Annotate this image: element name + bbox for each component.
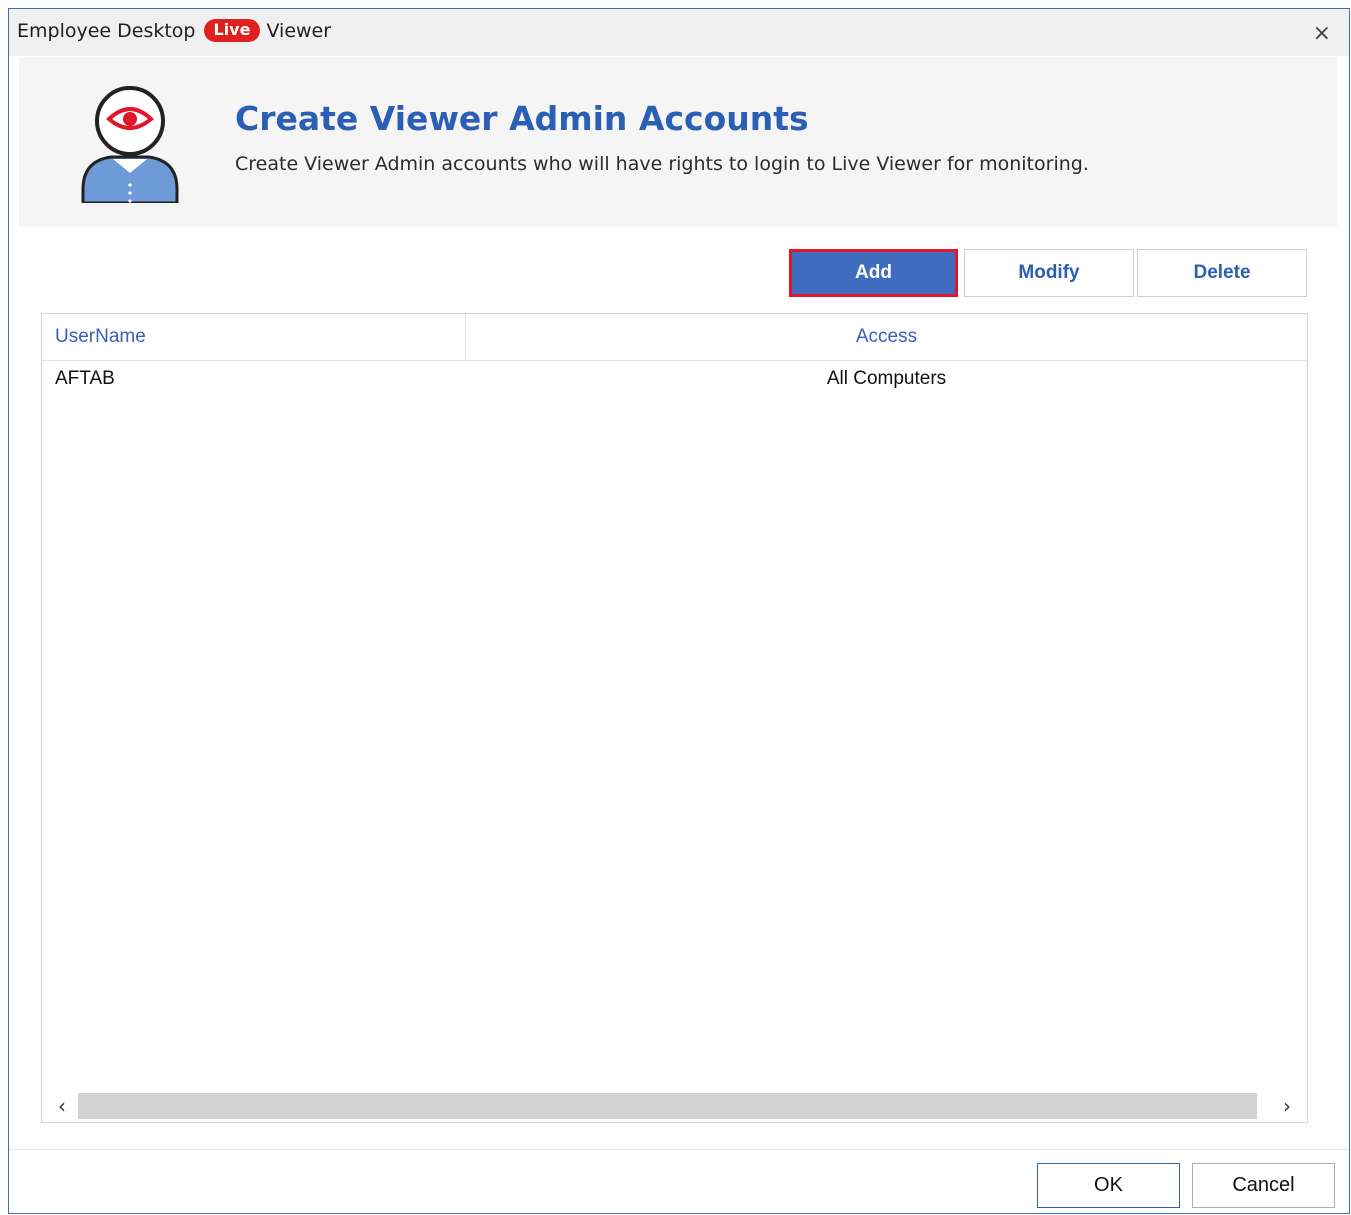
scrollbar-thumb[interactable] xyxy=(78,1093,1257,1119)
title-prefix: Employee Desktop xyxy=(17,19,196,42)
scroll-right-icon[interactable]: › xyxy=(1275,1094,1299,1118)
page-subtitle: Create Viewer Admin accounts who will ha… xyxy=(235,153,1089,175)
title-bar: Employee Desktop Live Viewer × xyxy=(9,9,1349,56)
title-suffix: Viewer xyxy=(266,19,332,42)
delete-button[interactable]: Delete xyxy=(1137,249,1307,297)
viewer-admin-icon xyxy=(75,77,185,207)
column-header-username[interactable]: UserName xyxy=(42,314,466,360)
horizontal-scrollbar[interactable]: ‹ › xyxy=(42,1090,1307,1122)
dialog-window: Employee Desktop Live Viewer × Create Vi… xyxy=(8,8,1350,1214)
header-panel: Create Viewer Admin Accounts Create View… xyxy=(19,57,1337,227)
modify-button[interactable]: Modify xyxy=(964,249,1134,297)
footer-divider xyxy=(9,1149,1349,1150)
page-title: Create Viewer Admin Accounts xyxy=(235,99,809,138)
cell-username: AFTAB xyxy=(55,368,115,389)
table-row[interactable]: AFTAB All Computers xyxy=(42,361,1307,397)
cell-access: All Computers xyxy=(826,368,947,389)
add-button[interactable]: Add xyxy=(789,249,958,297)
table-header: UserName Access xyxy=(42,314,1307,361)
cancel-button[interactable]: Cancel xyxy=(1192,1163,1335,1208)
column-header-access[interactable]: Access xyxy=(466,314,1307,360)
scroll-left-icon[interactable]: ‹ xyxy=(50,1094,74,1118)
accounts-table: UserName Access AFTAB All Computers ‹ › xyxy=(41,313,1308,1123)
close-icon[interactable]: × xyxy=(1313,21,1331,46)
ok-button[interactable]: OK xyxy=(1037,1163,1180,1208)
window-title: Employee Desktop Live Viewer xyxy=(17,19,331,42)
live-badge: Live xyxy=(203,19,261,42)
